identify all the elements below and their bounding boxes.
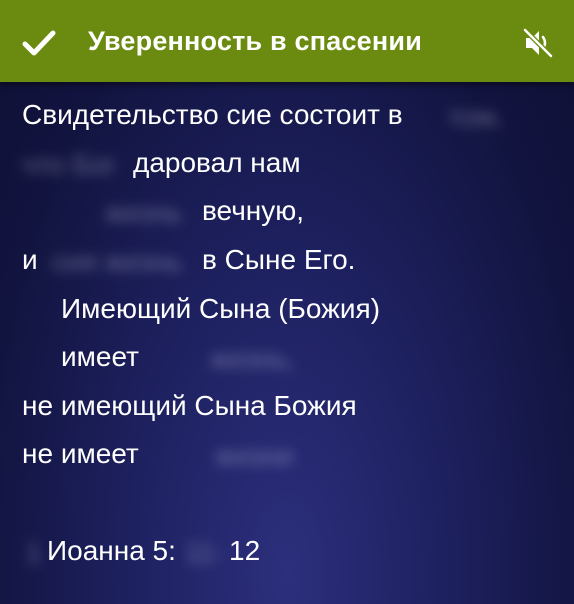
hidden-word[interactable]: жизнь, [210,342,295,376]
hidden-word[interactable]: сия жизнь [52,245,182,279]
verse-line-3: вечную, [202,195,305,226]
verse-line-6: имеет [61,341,139,372]
verse-line-1: Свидетельство сие состоит в [22,99,403,130]
hidden-word[interactable]: жизнь [105,196,182,230]
hidden-word[interactable]: 1 [26,536,42,570]
hidden-word[interactable]: 11- [185,536,223,570]
verse-line-7: не имеющий Сына Божия [22,390,357,421]
verse-reference-book: Иоанна 5: [47,535,176,566]
hidden-word[interactable]: что Бог [22,148,117,182]
verse-line-4-start: и [22,244,38,275]
verse-line-5: Имеющий Сына (Божия) [61,293,381,324]
verse-line-8: не имеет [22,438,139,469]
hidden-word[interactable]: жизни [215,439,293,473]
verse-reference-end: 12 [229,535,261,566]
verse-line-4-end: в Сыне Его. [202,244,356,275]
hidden-word[interactable]: том, [448,100,503,134]
verse-text: Свидетельство сие состоит в том, что Бог… [0,0,574,604]
verse-line-2: даровал нам [133,147,301,178]
